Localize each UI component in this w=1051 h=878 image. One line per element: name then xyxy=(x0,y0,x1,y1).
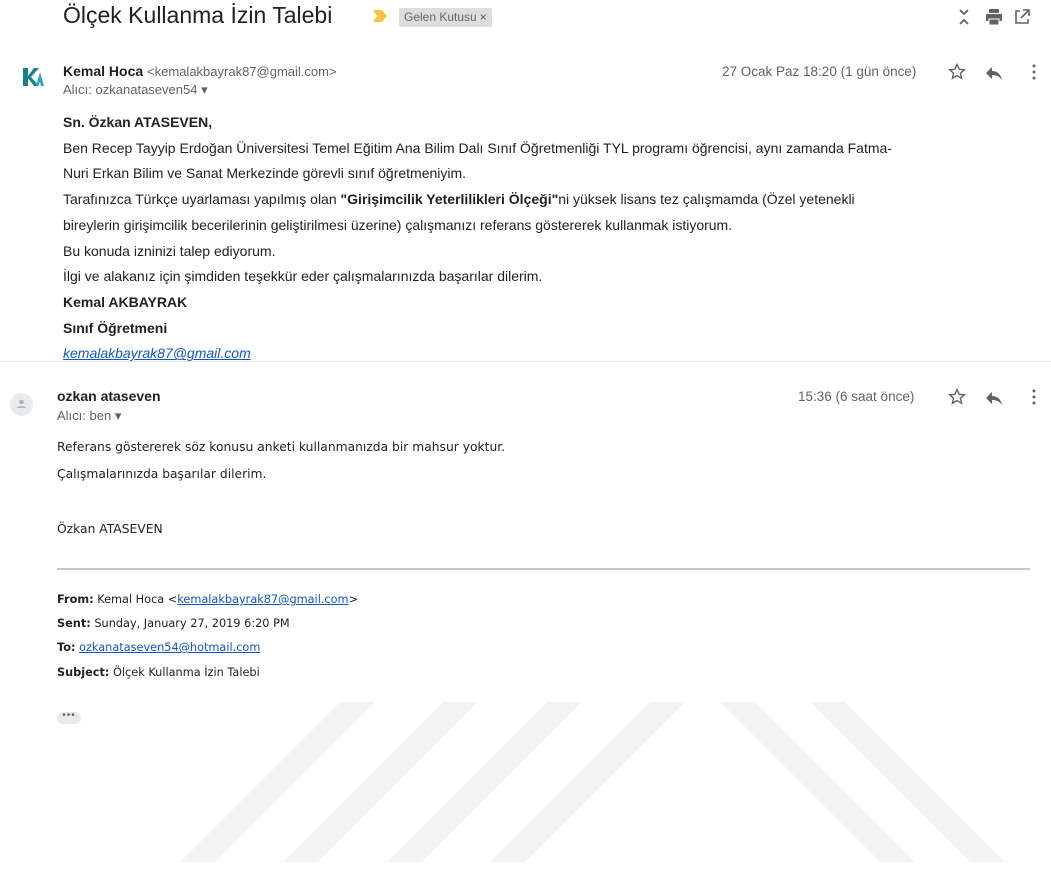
quoted-from: From: Kemal Hoca <kemalakbayrak87@gmail.… xyxy=(57,593,358,606)
label-remove-icon[interactable]: × xyxy=(480,10,487,24)
quoted-subject-value: Ölçek Kullanma İzin Talebi xyxy=(113,666,260,679)
importance-marker-icon[interactable] xyxy=(373,10,387,22)
message-2-sender[interactable]: ozkan ataseven xyxy=(57,388,161,404)
body-line: Bu konuda izninizi talep ediyorum. xyxy=(63,242,276,259)
message-1-date: 27 Ocak Paz 18:20 (1 gün önce) xyxy=(722,64,917,79)
more-options-icon[interactable] xyxy=(1030,388,1038,406)
more-options-icon[interactable] xyxy=(1030,63,1038,81)
quoted-divider xyxy=(57,568,1030,570)
sender-email: <kemalakbayrak87@gmail.com> xyxy=(147,64,337,79)
star-icon[interactable] xyxy=(948,63,966,81)
message-1-body: Sn. Özkan ATASEVEN, Ben Recep Tayyip Erd… xyxy=(63,110,892,367)
sender-name: Kemal Hoca xyxy=(63,63,144,79)
message-2-date: 15:36 (6 saat önce) xyxy=(798,389,915,404)
star-icon[interactable] xyxy=(948,388,966,406)
body-line: Ben Recep Tayyip Erdoğan Üniversitesi Te… xyxy=(63,139,892,156)
quoted-to-label: To: xyxy=(57,641,76,654)
body-line: Nuri Erkan Bilim ve Sanat Merkezinde gör… xyxy=(63,165,467,182)
sender-avatar[interactable] xyxy=(20,64,46,90)
message-2-body-line-2: Çalışmalarınızda başarılar dilerim. xyxy=(57,467,267,481)
message-1-sender[interactable]: Kemal Hoca <kemalakbayrak87@gmail.com> xyxy=(63,63,337,79)
greeting: Sn. Özkan ATASEVEN, xyxy=(63,114,213,130)
quoted-sent-label: Sent: xyxy=(57,617,91,630)
body-line: bireylerin girişimcilik becerilerinin ge… xyxy=(63,216,733,233)
body-text: ni yüksek lisans tez çalışmamda (Özel ye… xyxy=(558,191,855,208)
recipient-name: ozkanataseven54 xyxy=(95,82,198,97)
signature-name: Kemal AKBAYRAK xyxy=(63,293,188,310)
message-2-recipient[interactable]: Alıcı: ben ▾ xyxy=(57,408,121,424)
reply-icon[interactable] xyxy=(985,389,1003,407)
quoted-subject: Subject: Ölçek Kullanma İzin Talebi xyxy=(57,666,260,679)
label-chip-inbox[interactable]: Gelen Kutusu × xyxy=(399,8,492,27)
reply-icon[interactable] xyxy=(985,64,1003,82)
print-icon[interactable] xyxy=(983,6,1005,28)
message-2-signature: Özkan ATASEVEN xyxy=(57,522,163,536)
signature-title: Sınıf Öğretmeni xyxy=(63,319,168,336)
show-trimmed-content-button[interactable]: ••• xyxy=(57,711,81,724)
quoted-to-email-link[interactable]: ozkanataseven54@hotmail.com xyxy=(79,641,260,654)
signature-email-link[interactable]: kemalakbayrak87@gmail.com xyxy=(63,341,892,367)
recipient-prefix: Alıcı: xyxy=(63,82,92,97)
quoted-from-close: > xyxy=(348,593,359,606)
quoted-sent-value: Sunday, January 27, 2019 6:20 PM xyxy=(94,617,290,630)
message-divider xyxy=(0,361,1051,362)
expand-collapse-icon[interactable] xyxy=(953,6,975,28)
person-icon xyxy=(17,399,26,408)
quoted-from-name: Kemal Hoca < xyxy=(97,593,178,606)
sender-name: ozkan ataseven xyxy=(57,388,161,404)
quoted-from-email-link[interactable]: kemalakbayrak87@gmail.com xyxy=(177,593,348,606)
recipient-prefix: Alıcı: xyxy=(57,408,86,423)
body-text: Tarafınızca Türkçe uyarlaması yapılmış o… xyxy=(63,191,341,208)
recipient-name: ben xyxy=(89,408,112,423)
body-line: İlgi ve alakanız için şimdiden teşekkür … xyxy=(63,268,543,285)
open-new-window-icon[interactable] xyxy=(1011,6,1033,28)
quoted-subject-label: Subject: xyxy=(57,666,110,679)
body-line: Tarafınızca Türkçe uyarlaması yapılmış o… xyxy=(63,187,892,213)
quoted-from-label: From: xyxy=(57,593,94,606)
message-2-body-line-1: Referans göstererek söz konusu anketi ku… xyxy=(57,440,506,454)
thread-subject: Ölçek Kullanma İzin Talebi xyxy=(63,2,333,28)
sender-avatar-default[interactable] xyxy=(10,393,33,416)
label-chip-text: Gelen Kutusu xyxy=(404,10,477,24)
quoted-sent: Sent: Sunday, January 27, 2019 6:20 PM xyxy=(57,617,290,630)
quoted-to: To: ozkanataseven54@hotmail.com xyxy=(57,641,260,654)
scale-name: "Girişimcilik Yeterlilikleri Ölçeği" xyxy=(340,191,559,208)
recipient-dropdown-icon[interactable]: ▾ xyxy=(201,82,208,97)
message-1-recipient[interactable]: Alıcı: ozkanataseven54 ▾ xyxy=(63,82,208,98)
recipient-dropdown-icon[interactable]: ▾ xyxy=(115,408,122,423)
